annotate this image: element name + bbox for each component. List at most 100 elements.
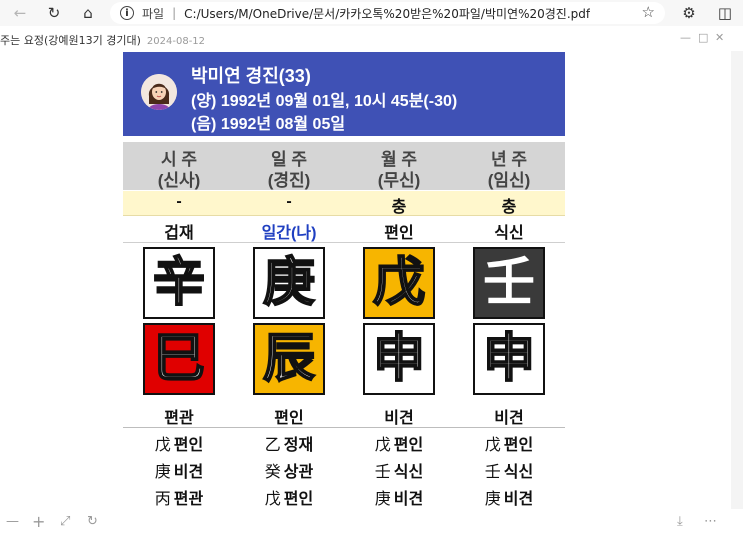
hidden-stem: 戊 편인 <box>344 431 454 455</box>
stem-glyph: 戊 <box>372 252 426 313</box>
branch-glyph: 申 <box>372 328 426 389</box>
viewer-bottom-toolbar: — + ⤢ ↻ ⤓ ⋯ <box>0 509 743 535</box>
site-info-icon[interactable]: i <box>120 6 134 20</box>
branch-box: 申 <box>363 323 435 395</box>
address-divider: | <box>172 6 177 20</box>
hidden-stem-god: 상관 <box>283 464 314 481</box>
hidden-stem-glyph: 壬 <box>374 462 391 481</box>
address-bar[interactable]: i 파일 | C:/Users/M/OneDrive/문서/카카오톡%20받은%… <box>110 2 665 24</box>
hidden-stems-row: 戊 편인 乙 정재 戊 편인 戊 편인 <box>123 431 565 457</box>
relation-cell: 충 <box>391 199 407 216</box>
branch-glyph: 辰 <box>262 328 316 389</box>
relation-row: - - 충 충 <box>123 191 565 216</box>
extensions-icon[interactable]: ⚙ <box>679 3 699 23</box>
hidden-stem: 戊 편인 <box>234 485 344 509</box>
hidden-stem-god: 비견 <box>173 464 204 481</box>
maximize-icon[interactable]: □ <box>698 31 708 44</box>
split-screen-icon[interactable]: ◫ <box>715 3 735 23</box>
stem-glyph: 辛 <box>152 252 206 313</box>
relation-cell: - <box>286 193 292 210</box>
hidden-stem-glyph: 乙 <box>264 435 281 454</box>
stem-box: 辛 <box>143 247 215 319</box>
close-icon[interactable]: ✕ <box>715 31 724 44</box>
branch-god-label: 비견 <box>384 410 414 427</box>
vertical-scrollbar[interactable] <box>731 51 743 509</box>
solar-birth-date: (양) 1992년 09월 01일, 10시 45분(-30) <box>191 93 458 110</box>
hidden-stem-god: 편인 <box>283 491 314 508</box>
stem-gods-row: 겁재 일간(나) 편인 식신 <box>123 216 565 243</box>
branch-box: 辰 <box>253 323 325 395</box>
hidden-stem: 壬 식신 <box>344 458 454 482</box>
profile-name: 박미연 경진(33) <box>191 66 311 86</box>
hidden-stem: 癸 상관 <box>234 458 344 482</box>
hidden-stem: 戊 편인 <box>124 431 234 455</box>
download-icon[interactable]: ⤓ <box>677 514 683 529</box>
branch-god-label: 편관 <box>164 410 194 427</box>
branch-god-label: 편인 <box>274 410 304 427</box>
zoom-out-icon[interactable]: — <box>6 514 19 529</box>
hidden-stem-glyph: 戊 <box>484 435 501 454</box>
lunar-birth-date: (음) 1992년 08월 05일 <box>191 116 346 133</box>
pdf-title-text: 주는 요정(강예원13기 경기대) <box>0 34 141 47</box>
pillar-ganji: (무신) <box>377 171 421 190</box>
stem-god-label: 편인 <box>384 225 414 242</box>
branch-gods-row: 편관 편인 비견 비견 <box>123 401 565 428</box>
pdf-page: 박미연 경진(33) (양) 1992년 09월 01일, 10시 45분(-3… <box>123 52 565 509</box>
hidden-stem: 壬 식신 <box>454 458 564 482</box>
hidden-stem-god: 식신 <box>393 464 424 481</box>
reload-icon[interactable]: ↻ <box>44 3 64 23</box>
branch-box: 巳 <box>143 323 215 395</box>
hidden-stem-glyph: 庚 <box>484 489 501 508</box>
url-text[interactable]: C:/Users/M/OneDrive/문서/카카오톡%20받은%20파일/박미… <box>184 5 590 22</box>
profile-header: 박미연 경진(33) (양) 1992년 09월 01일, 10시 45분(-3… <box>123 52 565 136</box>
relation-cell: - <box>176 193 182 210</box>
hidden-stem-glyph: 庚 <box>154 462 171 481</box>
branch-box: 申 <box>473 323 545 395</box>
woman-avatar-icon <box>141 74 177 110</box>
branch-god-label: 비견 <box>494 410 524 427</box>
stem-box: 壬 <box>473 247 545 319</box>
hidden-stem-glyph: 戊 <box>374 435 391 454</box>
stem-box: 庚 <box>253 247 325 319</box>
stem-glyph: 庚 <box>262 252 316 313</box>
pillar-ganji: (경진) <box>267 171 311 190</box>
pdf-date: 2024-08-12 <box>146 36 206 47</box>
stem-god-label: 식신 <box>494 225 524 242</box>
fit-page-icon[interactable]: ⤢ <box>60 514 70 529</box>
pillar-ganji: (신사) <box>157 171 201 190</box>
hidden-stem-glyph: 壬 <box>484 462 501 481</box>
hidden-stem-god: 편인 <box>503 437 534 454</box>
zoom-in-icon[interactable]: + <box>32 512 45 531</box>
day-master-label: 일간(나) <box>261 225 317 242</box>
more-options-icon[interactable]: ⋯ <box>704 514 717 529</box>
favorite-star-icon[interactable]: ☆ <box>642 3 655 21</box>
stem-glyph: 壬 <box>482 252 535 313</box>
rotate-icon[interactable]: ↻ <box>87 514 98 529</box>
minimize-icon[interactable]: — <box>680 31 691 44</box>
hidden-stems-row: 丙 편관 戊 편인 庚 비견 庚 비견 <box>123 485 565 509</box>
hidden-stem-god: 비견 <box>393 491 424 508</box>
pdf-viewer[interactable]: 박미연 경진(33) (양) 1992년 09월 01일, 10시 45분(-3… <box>0 51 743 509</box>
branch-glyph: 巳 <box>152 328 206 389</box>
hidden-stem: 庚 비견 <box>454 485 564 509</box>
pdf-title-bar: 주는 요정(강예원13기 경기대) 2024-08-12 — □ ✕ <box>0 26 743 52</box>
home-icon[interactable]: ⌂ <box>78 3 98 23</box>
hidden-stem-glyph: 戊 <box>154 435 171 454</box>
hidden-stem-god: 편인 <box>173 437 204 454</box>
relation-cell: 충 <box>501 199 517 216</box>
branch-glyph: 申 <box>482 328 536 389</box>
back-arrow-icon[interactable]: ← <box>10 3 30 23</box>
hidden-stem: 戊 편인 <box>454 431 564 455</box>
pdf-title: 주는 요정(강예원13기 경기대) 2024-08-12 <box>0 32 205 48</box>
hidden-stem-glyph: 庚 <box>374 489 391 508</box>
pillar-header-row: 시 주 (신사) 일 주 (경진) 월 주 (무신) 년 주 (임신) <box>123 142 565 190</box>
hidden-stem-glyph: 丙 <box>154 489 171 508</box>
hidden-stem-god: 식신 <box>503 464 534 481</box>
hidden-stem-god: 편인 <box>393 437 424 454</box>
stem-box: 戊 <box>363 247 435 319</box>
scheme-label: 파일 <box>142 6 165 21</box>
hidden-stem-glyph: 癸 <box>264 462 281 481</box>
hidden-stem: 庚 비견 <box>344 485 454 509</box>
hidden-stem-god: 비견 <box>503 491 534 508</box>
avatar <box>141 74 177 110</box>
